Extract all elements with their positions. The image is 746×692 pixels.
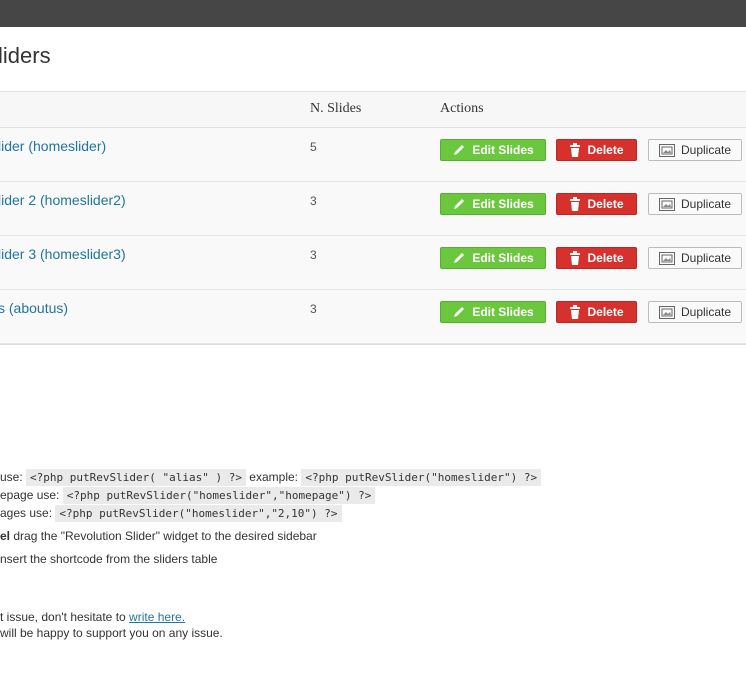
duplicate-label: Duplicate	[680, 197, 732, 211]
column-header-slides: N. Slides	[310, 101, 362, 116]
slider-name-link[interactable]: lider 2 (homeslider2)	[0, 192, 126, 208]
delete-label: Delete	[587, 197, 624, 211]
duplicate-button[interactable]: Duplicate	[648, 193, 742, 215]
image-icon	[658, 143, 675, 157]
slide-count: 3	[310, 302, 317, 316]
help-text: ages use:	[0, 506, 53, 520]
help-line-support-2: will be happy to support you on any issu…	[0, 626, 223, 640]
page-title: liders	[0, 43, 51, 68]
edit-slides-label: Edit Slides	[472, 251, 534, 265]
help-text: epage use:	[0, 488, 60, 502]
edit-slides-label: Edit Slides	[472, 197, 534, 211]
slider-name-link[interactable]: lider 3 (homeslider3)	[0, 246, 126, 262]
image-icon	[658, 197, 675, 211]
table-row: s (aboutus) 3 Edit Slides Delete Duplica…	[0, 290, 746, 344]
edit-slides-button[interactable]: Edit Slides	[440, 193, 546, 215]
help-text: nsert the shortcode from the sliders tab…	[0, 552, 218, 566]
table-row: lider 3 (homeslider3) 3 Edit Slides Dele…	[0, 236, 746, 290]
code-snippet: <?php putRevSlider("homeslider","homepag…	[62, 487, 376, 504]
edit-slides-label: Edit Slides	[472, 305, 534, 319]
slide-count: 3	[310, 248, 317, 262]
duplicate-label: Duplicate	[680, 251, 732, 265]
duplicate-button[interactable]: Duplicate	[648, 301, 742, 323]
pencil-icon	[454, 199, 465, 209]
delete-button[interactable]: Delete	[556, 193, 637, 215]
column-header-actions: Actions	[440, 101, 484, 116]
delete-label: Delete	[587, 143, 624, 157]
slider-name-link[interactable]: lider (homeslider)	[0, 138, 106, 154]
help-line-support: t issue, don't hesitate to write here.	[0, 610, 185, 624]
trash-icon	[570, 197, 581, 211]
write-here-link[interactable]: write here.	[129, 610, 185, 624]
delete-label: Delete	[587, 251, 624, 265]
slide-count: 3	[310, 194, 317, 208]
help-line-shortcode: nsert the shortcode from the sliders tab…	[0, 552, 217, 566]
edit-slides-button[interactable]: Edit Slides	[440, 301, 546, 323]
delete-label: Delete	[587, 305, 624, 319]
table-header: N. Slides Actions	[0, 92, 746, 128]
help-line-homepage: epage use: <?php putRevSlider("homeslide…	[0, 487, 376, 504]
duplicate-label: Duplicate	[680, 305, 732, 319]
slider-name-link[interactable]: s (aboutus)	[0, 300, 68, 316]
image-icon	[658, 305, 675, 319]
help-line-widget: el drag the "Revolution Slider" widget t…	[0, 529, 317, 543]
code-snippet: <?php putRevSlider("homeslider","2,10") …	[55, 505, 342, 522]
duplicate-button[interactable]: Duplicate	[648, 139, 742, 161]
code-snippet: <?php putRevSlider( "alias" ) ?>	[26, 469, 246, 486]
table-row: lider (homeslider) 5 Edit Slides Delete …	[0, 128, 746, 182]
trash-icon	[570, 305, 581, 319]
help-line-php: use: <?php putRevSlider( "alias" ) ?> ex…	[0, 469, 542, 486]
edit-slides-button[interactable]: Edit Slides	[440, 139, 546, 161]
help-text: use:	[0, 470, 23, 484]
delete-button[interactable]: Delete	[556, 301, 637, 323]
help-text: example:	[249, 470, 298, 484]
delete-button[interactable]: Delete	[556, 247, 637, 269]
duplicate-button[interactable]: Duplicate	[648, 247, 742, 269]
code-snippet: <?php putRevSlider("homeslider") ?>	[301, 469, 542, 486]
edit-slides-button[interactable]: Edit Slides	[440, 247, 546, 269]
help-text: drag the "Revolution Slider" widget to t…	[13, 529, 317, 543]
pencil-icon	[454, 145, 465, 155]
sliders-table: N. Slides Actions lider (homeslider) 5 E…	[0, 91, 746, 345]
slide-count: 5	[310, 140, 317, 154]
delete-button[interactable]: Delete	[556, 139, 637, 161]
pencil-icon	[454, 253, 465, 263]
trash-icon	[570, 143, 581, 157]
edit-slides-label: Edit Slides	[472, 143, 534, 157]
trash-icon	[570, 251, 581, 265]
image-icon	[658, 251, 675, 265]
table-row: lider 2 (homeslider2) 3 Edit Slides Dele…	[0, 182, 746, 236]
help-text: t issue, don't hesitate to	[0, 610, 126, 624]
help-text: will be happy to support you on any issu…	[0, 626, 223, 640]
duplicate-label: Duplicate	[680, 143, 732, 157]
pencil-icon	[454, 307, 465, 317]
help-bold-text: el	[0, 529, 11, 543]
admin-top-bar	[0, 0, 746, 27]
help-line-pages: ages use: <?php putRevSlider("homeslider…	[0, 505, 342, 522]
